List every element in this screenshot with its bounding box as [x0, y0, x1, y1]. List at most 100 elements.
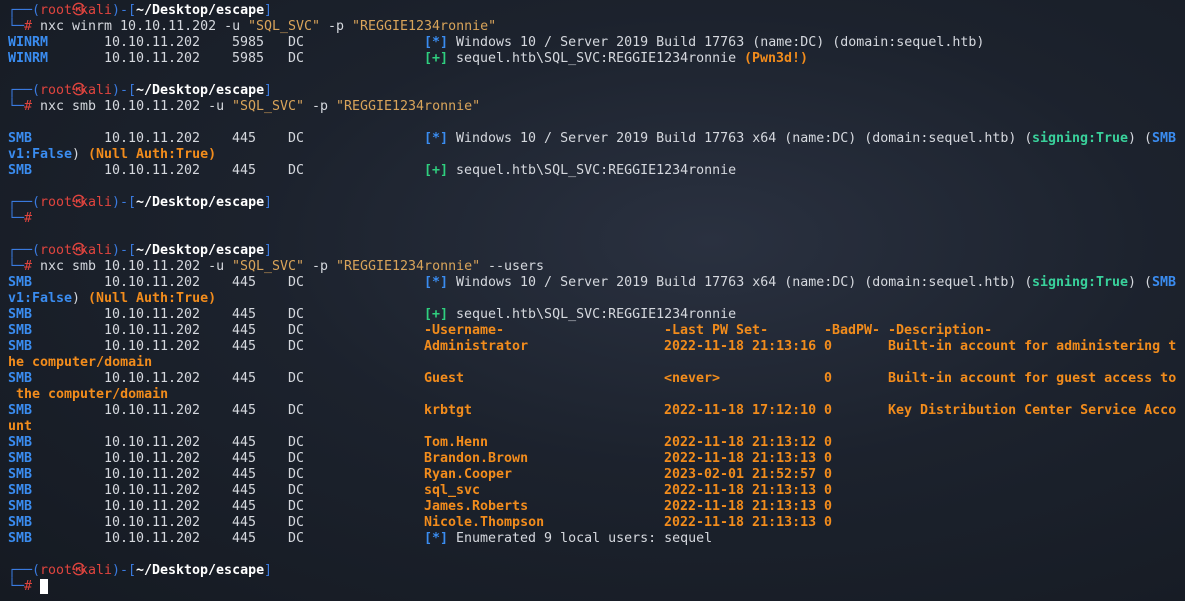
protocol-label: SMB — [8, 531, 33, 546]
prompt-frame: ┌──( — [8, 195, 41, 210]
target-ip: 10.10.11.202 — [104, 467, 201, 482]
info-tag: [*] — [424, 531, 449, 546]
prompt-host: kali — [80, 243, 113, 258]
command-flag: -p — [304, 99, 337, 114]
description-cell: Built-in account for guest access to — [888, 371, 1177, 386]
terminal-window[interactable]: ┌──(root ㉿ kali)-[~/Desktop/escape] └─ # nxc … — [0, 0, 1185, 601]
last-pw-set-cell: 2022-11-18 21:13:13 — [664, 499, 817, 514]
target-ip: 10.10.11.202 — [104, 163, 201, 178]
host-info: Windows 10 / Server 2019 Build 17763 x64… — [456, 131, 1033, 146]
last-pw-set-cell: <never> — [664, 371, 721, 386]
badpw-cell: 0 — [824, 371, 833, 386]
info-tag: [*] — [424, 35, 449, 50]
last-pw-set-cell: 2023-02-01 21:52:57 — [664, 467, 817, 482]
prompt-frame: ┌──( — [8, 243, 41, 258]
protocol-label: WINRM — [8, 51, 49, 66]
prompt-frame: )-[ — [112, 243, 137, 258]
prompt-host: kali — [80, 83, 113, 98]
description-cell-wrap: unt — [8, 419, 33, 434]
username-cell: Administrator — [424, 339, 529, 354]
last-pw-set-cell: 2022-11-18 21:13:13 — [664, 483, 817, 498]
target-name: DC — [288, 51, 305, 66]
prompt-frame: ] — [264, 195, 273, 210]
target-port: 445 — [232, 131, 257, 146]
protocol-label: SMB — [8, 323, 33, 338]
target-name: DC — [288, 499, 305, 514]
target-port: 445 — [232, 275, 257, 290]
username-cell: Ryan.Cooper — [424, 467, 513, 482]
success-tag: [+] — [424, 307, 449, 322]
credential-result: sequel.htb\SQL_SVC:REGGIE1234ronnie — [456, 163, 737, 178]
username-cell: Tom.Henn — [424, 435, 489, 450]
username-cell: Nicole.Thompson — [424, 515, 545, 530]
target-name: DC — [288, 339, 305, 354]
prompt-frame: ] — [264, 83, 273, 98]
last-pw-set-cell: 2022-11-18 21:13:13 — [664, 515, 817, 530]
target-name: DC — [288, 307, 305, 322]
username-cell: krbtgt — [424, 403, 473, 418]
smbv1-status: SMB — [1152, 131, 1177, 146]
badpw-cell: 0 — [824, 339, 833, 354]
command-password-arg: "REGGIE1234ronnie" — [336, 99, 481, 114]
target-name: DC — [288, 515, 305, 530]
prompt-hash: # — [24, 259, 33, 274]
prompt-hash: # — [24, 211, 33, 226]
target-port: 445 — [232, 515, 257, 530]
target-name: DC — [288, 35, 305, 50]
prompt-host: kali — [80, 195, 113, 210]
target-name: DC — [288, 163, 305, 178]
smbv1-status: v1:False — [8, 147, 73, 162]
protocol-label: SMB — [8, 371, 33, 386]
users-column-header: -Description- — [888, 323, 993, 338]
last-pw-set-cell: 2022-11-18 21:13:16 — [664, 339, 817, 354]
command-text: nxc smb 10.10.11.202 -u — [40, 99, 233, 114]
target-name: DC — [288, 467, 305, 482]
target-ip: 10.10.11.202 — [104, 323, 201, 338]
target-port: 445 — [232, 467, 257, 482]
prompt-frame: └─ — [8, 19, 25, 34]
prompt-user: root — [40, 563, 73, 578]
command-password-arg: "REGGIE1234ronnie" — [336, 259, 481, 274]
protocol-label: SMB — [8, 403, 33, 418]
badpw-cell: 0 — [824, 467, 833, 482]
users-column-header: -Last PW Set- — [664, 323, 769, 338]
users-column-header: -Username- — [424, 323, 505, 338]
protocol-label: SMB — [8, 499, 33, 514]
target-ip: 10.10.11.202 — [104, 51, 201, 66]
target-port: 5985 — [232, 51, 265, 66]
target-ip: 10.10.11.202 — [104, 307, 201, 322]
target-ip: 10.10.11.202 — [104, 499, 201, 514]
prompt-host: kali — [80, 563, 113, 578]
success-tag: [+] — [424, 51, 449, 66]
protocol-label: SMB — [8, 515, 33, 530]
prompt-frame: ] — [264, 563, 273, 578]
prompt-path: ~/Desktop/escape — [136, 195, 265, 210]
prompt-user: root — [40, 3, 73, 18]
command-users-flag: --users — [480, 259, 545, 274]
last-pw-set-cell: 2022-11-18 21:13:13 — [664, 451, 817, 466]
smbv1-status: SMB — [1152, 275, 1177, 290]
target-port: 445 — [232, 339, 257, 354]
target-name: DC — [288, 403, 305, 418]
host-info: Windows 10 / Server 2019 Build 17763 x64… — [456, 275, 1033, 290]
credential-result: sequel.htb\SQL_SVC:REGGIE1234ronnie — [456, 51, 737, 66]
signing-status: signing:True — [1032, 131, 1129, 146]
target-name: DC — [288, 131, 305, 146]
target-ip: 10.10.11.202 — [104, 451, 201, 466]
target-port: 445 — [232, 531, 257, 546]
description-cell: Key Distribution Center Service Acco — [888, 403, 1177, 418]
description-cell-wrap: the computer/domain — [8, 387, 169, 402]
target-port: 445 — [232, 307, 257, 322]
last-pw-set-cell: 2022-11-18 21:13:12 — [664, 435, 817, 450]
smbv1-status: v1:False — [8, 291, 73, 306]
target-port: 445 — [232, 451, 257, 466]
terminal-cursor[interactable] — [40, 579, 48, 596]
badpw-cell: 0 — [824, 515, 833, 530]
text-segment: ) ( — [1128, 131, 1153, 146]
prompt-path: ~/Desktop/escape — [136, 83, 265, 98]
target-ip: 10.10.11.202 — [104, 483, 201, 498]
command-flag: -p — [320, 19, 353, 34]
prompt-frame: ┌──( — [8, 83, 41, 98]
target-port: 445 — [232, 403, 257, 418]
badpw-cell: 0 — [824, 451, 833, 466]
